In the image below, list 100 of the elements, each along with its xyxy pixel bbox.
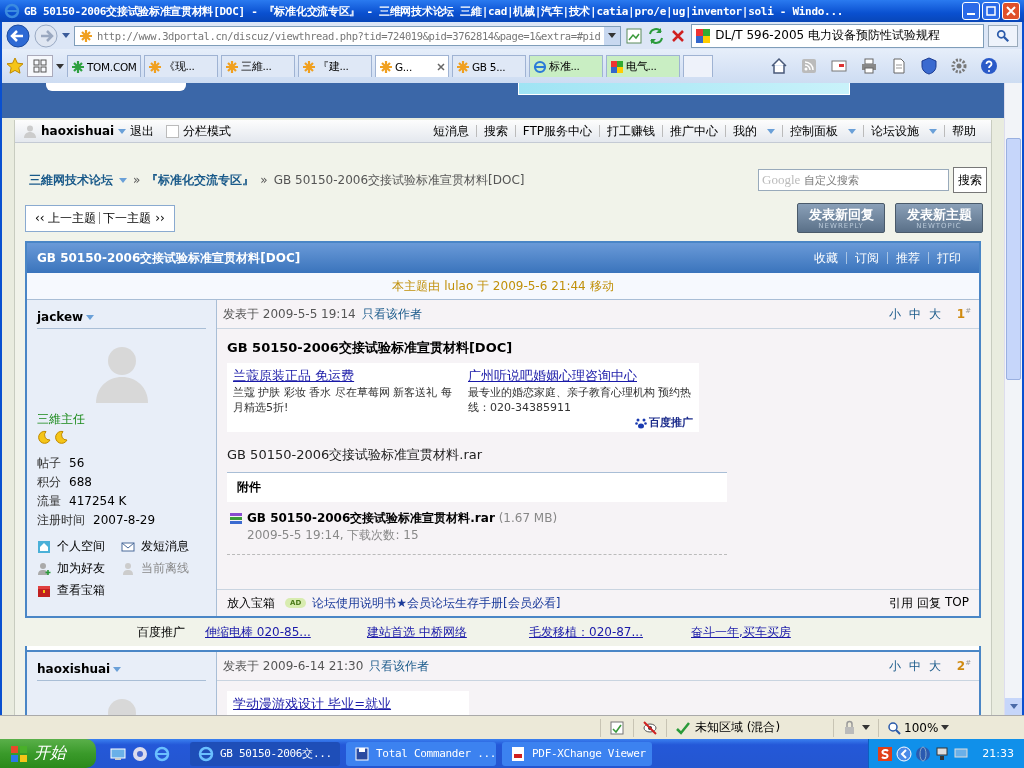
- thread-nav-link[interactable]: ‹‹ 上一主题: [32, 209, 100, 227]
- back-button[interactable]: [6, 23, 30, 48]
- thread-action-link[interactable]: 订阅: [847, 249, 887, 267]
- menu-link[interactable]: 帮助: [945, 122, 983, 140]
- profile-link[interactable]: 查看宝箱: [37, 582, 121, 599]
- menu-link[interactable]: 搜索: [476, 122, 515, 140]
- caret-icon[interactable]: [56, 63, 64, 69]
- quick-tabs-button[interactable]: [27, 55, 53, 77]
- tray-expand-icon[interactable]: [896, 745, 913, 762]
- mail-icon[interactable]: [830, 57, 848, 75]
- dropdown-button[interactable]: [604, 26, 621, 45]
- attachment-size: (1.67 MB): [498, 511, 558, 525]
- post-action-link[interactable]: TOP: [945, 594, 969, 612]
- browser-tab[interactable]: 『建...: [298, 55, 372, 77]
- ad-link[interactable]: 奋斗一年,买车买房: [691, 623, 853, 641]
- shield-icon[interactable]: [920, 57, 938, 75]
- print-icon[interactable]: [860, 57, 878, 75]
- close-icon[interactable]: [437, 62, 445, 71]
- favorites-star-icon[interactable]: [6, 57, 24, 75]
- attachment-link[interactable]: GB 50150-2006交接试验标准宣贯材料.rar: [247, 511, 495, 525]
- promo-link[interactable]: 论坛使用说明书★会员论坛生存手册[会员必看]: [312, 594, 561, 612]
- ad-link[interactable]: 伸缩电棒 020-85...: [205, 623, 367, 641]
- search-button[interactable]: [988, 24, 1018, 47]
- refresh-icon[interactable]: [647, 26, 666, 45]
- input-method-icon[interactable]: [877, 745, 894, 762]
- taskbar-button[interactable]: Total Commander ...: [346, 741, 496, 766]
- username-link[interactable]: haoxishuai: [41, 124, 115, 138]
- search-provider-icon: [695, 27, 712, 44]
- ad-link[interactable]: 学动漫游戏设计 毕业=就业: [233, 696, 392, 711]
- search-field[interactable]: DL/T 596-2005 电力设备预防性试验规程: [691, 23, 984, 48]
- browser-icon: [533, 59, 547, 74]
- browser-tab[interactable]: TOM.COM: [67, 55, 141, 77]
- split-mode-checkbox[interactable]: [166, 124, 180, 138]
- home-icon[interactable]: [770, 57, 788, 75]
- menu-link[interactable]: 推广中心: [663, 122, 725, 140]
- asterisk-icon: [79, 28, 93, 43]
- scrollbar[interactable]: [1004, 83, 1022, 715]
- browser-tab[interactable]: GB 5...: [452, 55, 526, 77]
- logout-link[interactable]: 退出: [130, 122, 155, 140]
- browser-tab[interactable]: 三維...: [221, 55, 295, 77]
- menu-link[interactable]: 打工赚钱: [600, 122, 662, 140]
- maximize-button[interactable]: [982, 2, 1000, 20]
- ad-link[interactable]: 兰蔻原装正品 免运费: [233, 368, 355, 383]
- search-button[interactable]: 搜索: [953, 167, 987, 193]
- user-icon: [23, 124, 37, 138]
- author-name[interactable]: jackew: [37, 310, 84, 324]
- menu-link[interactable]: 我的: [726, 122, 782, 140]
- minimize-button[interactable]: [962, 2, 980, 20]
- zoom-control[interactable]: 100%: [878, 718, 958, 737]
- browser-tab[interactable]: 标准...: [529, 55, 603, 77]
- menu-link[interactable]: 控制面板: [783, 122, 863, 140]
- font-size-link[interactable]: 小: [888, 305, 901, 323]
- font-size-link[interactable]: 大: [928, 657, 941, 675]
- font-size-link[interactable]: 中: [908, 305, 921, 323]
- ad-link[interactable]: 广州听说吧婚姻心理咨询中心: [468, 368, 637, 383]
- address-field[interactable]: http://www.3dportal.cn/discuz/viewthread.php?tid=724019&pid=3762814&page=1&extra=#pid: [74, 25, 622, 46]
- breadcrumb-link[interactable]: 三維网技术论坛: [29, 171, 113, 189]
- search-field[interactable]: Google 自定义搜索: [758, 169, 949, 191]
- media-icon[interactable]: [132, 745, 148, 762]
- breadcrumb-link[interactable]: 『标准化交流专区』: [146, 171, 255, 189]
- font-size-link[interactable]: 小: [888, 657, 901, 675]
- profile-link[interactable]: 发短消息: [121, 538, 206, 555]
- profile-link[interactable]: 个人空间: [37, 538, 121, 555]
- post-action-link[interactable]: 回复: [917, 594, 941, 612]
- settings-icon[interactable]: [950, 57, 968, 75]
- treasure-box-link[interactable]: 放入宝箱: [227, 594, 275, 612]
- menu-link[interactable]: FTP服务中心: [515, 122, 599, 140]
- start-button[interactable]: 开始: [0, 739, 96, 768]
- ad-link[interactable]: 建站首选 中桥网络: [367, 623, 529, 641]
- page-icon[interactable]: [890, 57, 908, 75]
- browser-icon[interactable]: [154, 745, 170, 762]
- caret-icon[interactable]: [62, 33, 70, 38]
- thread-action-link[interactable]: 收藏: [806, 249, 846, 267]
- stat-label: 注册时间: [37, 512, 85, 529]
- close-button[interactable]: [1002, 2, 1020, 20]
- author-only-link[interactable]: 只看该作者: [361, 305, 422, 323]
- taskbar-button[interactable]: PDF-XChange Viewer: [502, 741, 652, 766]
- menu-link[interactable]: 论坛设施: [864, 122, 944, 140]
- author-name[interactable]: haoxishuai: [37, 662, 111, 676]
- menu-link[interactable]: 短消息: [425, 122, 476, 140]
- asterisk-icon: [302, 59, 316, 74]
- desktop-icon[interactable]: [110, 745, 126, 762]
- ad-link[interactable]: 毛发移植：020-87...: [529, 623, 691, 641]
- author-only-link[interactable]: 只看该作者: [369, 657, 430, 675]
- font-size-link[interactable]: 中: [908, 657, 921, 675]
- browser-tab[interactable]: 《现...: [144, 55, 218, 77]
- post-action-link[interactable]: 引用: [889, 594, 913, 612]
- split-mode-label[interactable]: 分栏模式: [183, 122, 232, 140]
- thread-nav-link[interactable]: 下一主题 ››: [100, 209, 168, 227]
- caret-icon[interactable]: [862, 725, 870, 730]
- thread-action-link[interactable]: 打印: [929, 249, 969, 267]
- network-icon[interactable]: [934, 745, 951, 762]
- envelope-icon: [121, 539, 135, 554]
- profile-link[interactable]: 加为好友: [37, 560, 121, 577]
- browser-tab[interactable]: 电气...: [606, 55, 680, 77]
- thread-action-link[interactable]: 推荐: [888, 249, 928, 267]
- font-size-link[interactable]: 大: [928, 305, 941, 323]
- browser-tab[interactable]: G...: [375, 55, 449, 77]
- help-icon[interactable]: [980, 57, 998, 75]
- taskbar-button[interactable]: GB 50150-2006交...: [190, 741, 340, 766]
